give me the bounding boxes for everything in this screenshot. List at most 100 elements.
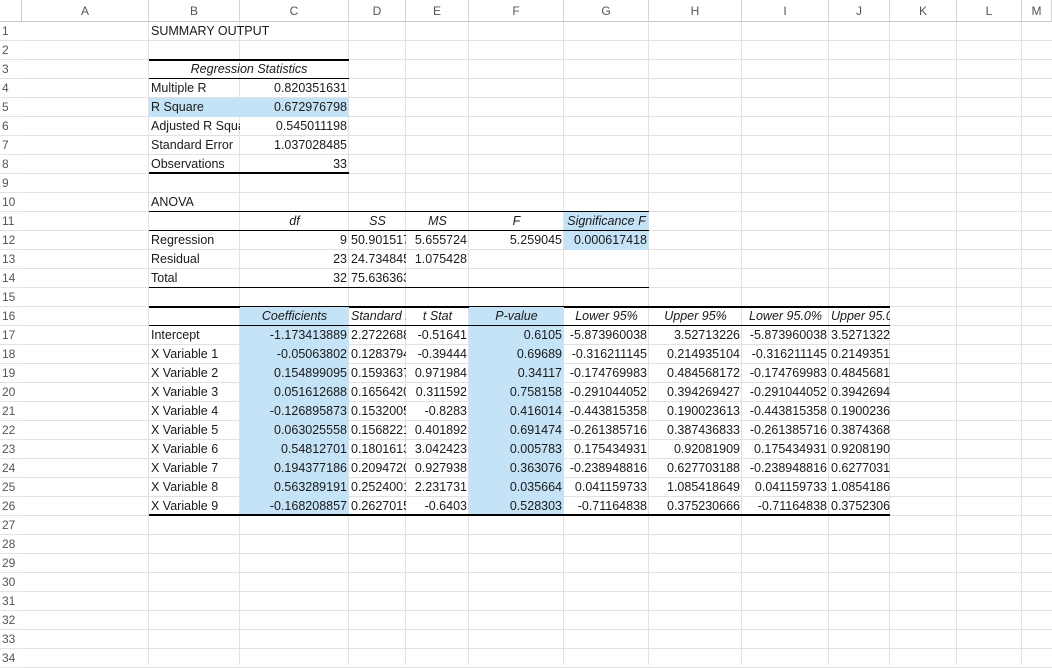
row-header-5[interactable]: 5 (0, 98, 22, 117)
coef-value[interactable]: -0.238948816 (564, 459, 649, 478)
coef-value[interactable]: -0.238948816 (742, 459, 829, 478)
coef-value[interactable]: -0.316211145 (742, 345, 829, 364)
coef-value[interactable]: 1.085418649 (649, 478, 742, 497)
coef-value[interactable]: -0.316211145 (564, 345, 649, 364)
coef-value[interactable]: 0.484568172 (829, 364, 890, 383)
coef-value[interactable]: -0.443815358 (564, 402, 649, 421)
coef-header[interactable]: Upper 95% (649, 307, 742, 326)
row-header-29[interactable]: 29 (0, 554, 22, 573)
anova-value[interactable]: 5.259045 (469, 231, 564, 250)
stat-label[interactable]: Adjusted R Square (149, 117, 240, 136)
spreadsheet-grid[interactable]: A B C D E F G H I J K L M 1 2 3 4 5 6 7 8 9 10 11 12 13 14 15 16 17 18… (0, 0, 1052, 668)
row-header-6[interactable]: 6 (0, 117, 22, 136)
coef-row-label[interactable]: X Variable 1 (149, 345, 240, 364)
row-header-27[interactable]: 27 (0, 516, 22, 535)
row-header-34[interactable]: 34 (0, 649, 22, 668)
coef-value[interactable]: 0.563289191 (240, 478, 349, 497)
column-header-k[interactable]: K (890, 0, 957, 22)
column-header-j[interactable]: J (829, 0, 890, 22)
row-header-30[interactable]: 30 (0, 573, 22, 592)
coef-row-label[interactable]: X Variable 7 (149, 459, 240, 478)
column-header-a[interactable]: A (22, 0, 149, 22)
anova-header[interactable]: Significance F (564, 212, 649, 231)
anova-value[interactable]: 32 (240, 269, 349, 288)
coef-value[interactable]: 0.311592 (406, 383, 469, 402)
row-header-22[interactable]: 22 (0, 421, 22, 440)
anova-row-label[interactable]: Total (149, 269, 240, 288)
coef-header[interactable]: t Stat (406, 307, 469, 326)
coef-value[interactable]: 0.194377186 (240, 459, 349, 478)
column-header-g[interactable]: G (564, 0, 649, 22)
row-header-19[interactable]: 19 (0, 364, 22, 383)
anova-value[interactable]: 23 (240, 250, 349, 269)
coef-header[interactable]: Lower 95.0% (742, 307, 829, 326)
row-header-23[interactable]: 23 (0, 440, 22, 459)
row-header-31[interactable]: 31 (0, 592, 22, 611)
row-header-14[interactable]: 14 (0, 269, 22, 288)
coef-value[interactable]: 2.272268801 (349, 326, 406, 345)
row-header-11[interactable]: 11 (0, 212, 22, 231)
coef-value[interactable]: 0.758158 (469, 383, 564, 402)
row-header-8[interactable]: 8 (0, 155, 22, 174)
stat-value[interactable]: 0.545011198 (240, 117, 349, 136)
column-header-l[interactable]: L (957, 0, 1022, 22)
anova-row-label[interactable]: Residual (149, 250, 240, 269)
coef-value[interactable]: -0.8283 (406, 402, 469, 421)
coef-value[interactable]: -0.126895873 (240, 402, 349, 421)
row-header-9[interactable]: 9 (0, 174, 22, 193)
coef-value[interactable]: 1.085418649 (829, 478, 890, 497)
anova-value[interactable]: 0.000617418 (564, 231, 649, 250)
column-header-m[interactable]: M (1022, 0, 1052, 22)
row-header-4[interactable]: 4 (0, 79, 22, 98)
stat-value[interactable]: 0.672976798 (240, 98, 349, 117)
coef-value[interactable]: 0.401892 (406, 421, 469, 440)
select-all-corner[interactable] (0, 0, 22, 22)
anova-value[interactable] (564, 269, 649, 288)
coef-row-label[interactable]: X Variable 2 (149, 364, 240, 383)
coef-value[interactable]: 0.394269427 (829, 383, 890, 402)
regression-statistics-header[interactable]: Regression Statistics (149, 60, 349, 79)
coef-value[interactable]: -0.174769983 (564, 364, 649, 383)
coef-value[interactable]: 2.231731 (406, 478, 469, 497)
coef-row-label[interactable]: X Variable 4 (149, 402, 240, 421)
coef-value[interactable]: -0.261385716 (564, 421, 649, 440)
row-header-26[interactable]: 26 (0, 497, 22, 516)
coef-value[interactable]: 0.180161317 (349, 440, 406, 459)
coef-value[interactable]: -5.873960038 (564, 326, 649, 345)
stat-label[interactable]: R Square (149, 98, 240, 117)
coef-value[interactable]: 0.156822121 (349, 421, 406, 440)
coef-value[interactable]: 3.52713226 (649, 326, 742, 345)
coef-value[interactable]: 3.042423 (406, 440, 469, 459)
coef-value[interactable]: 0.214935104 (829, 345, 890, 364)
column-header-i[interactable]: I (742, 0, 829, 22)
row-header-2[interactable]: 2 (0, 41, 22, 60)
row-header-17[interactable]: 17 (0, 326, 22, 345)
coef-value[interactable]: 0.69689 (469, 345, 564, 364)
coef-value[interactable]: 0.159363771 (349, 364, 406, 383)
anova-value[interactable] (406, 269, 469, 288)
stat-value[interactable]: 1.037028485 (240, 136, 349, 155)
coef-value[interactable]: 0.484568172 (649, 364, 742, 383)
coef-value[interactable]: 0.927938 (406, 459, 469, 478)
coef-value[interactable]: 0.627703188 (649, 459, 742, 478)
coef-value[interactable]: 0.035664 (469, 478, 564, 497)
anova-value[interactable] (469, 269, 564, 288)
row-header-28[interactable]: 28 (0, 535, 22, 554)
row-header-13[interactable]: 13 (0, 250, 22, 269)
coef-value[interactable]: 0.34117 (469, 364, 564, 383)
row-header-32[interactable]: 32 (0, 611, 22, 630)
coef-value[interactable]: 0.154899095 (240, 364, 349, 383)
anova-header[interactable]: F (469, 212, 564, 231)
coef-value[interactable]: 0.6105 (469, 326, 564, 345)
coef-value[interactable]: 0.394269427 (649, 383, 742, 402)
row-header-7[interactable]: 7 (0, 136, 22, 155)
row-header-24[interactable]: 24 (0, 459, 22, 478)
coef-value[interactable]: 0.190023613 (649, 402, 742, 421)
row-header-33[interactable]: 33 (0, 630, 22, 649)
coef-row-label[interactable]: Intercept (149, 326, 240, 345)
coef-value[interactable]: 0.128379449 (349, 345, 406, 364)
coef-value[interactable]: -1.173413889 (240, 326, 349, 345)
row-header-20[interactable]: 20 (0, 383, 22, 402)
coef-value[interactable]: 0.252400134 (349, 478, 406, 497)
coef-value[interactable]: 0.54812701 (240, 440, 349, 459)
